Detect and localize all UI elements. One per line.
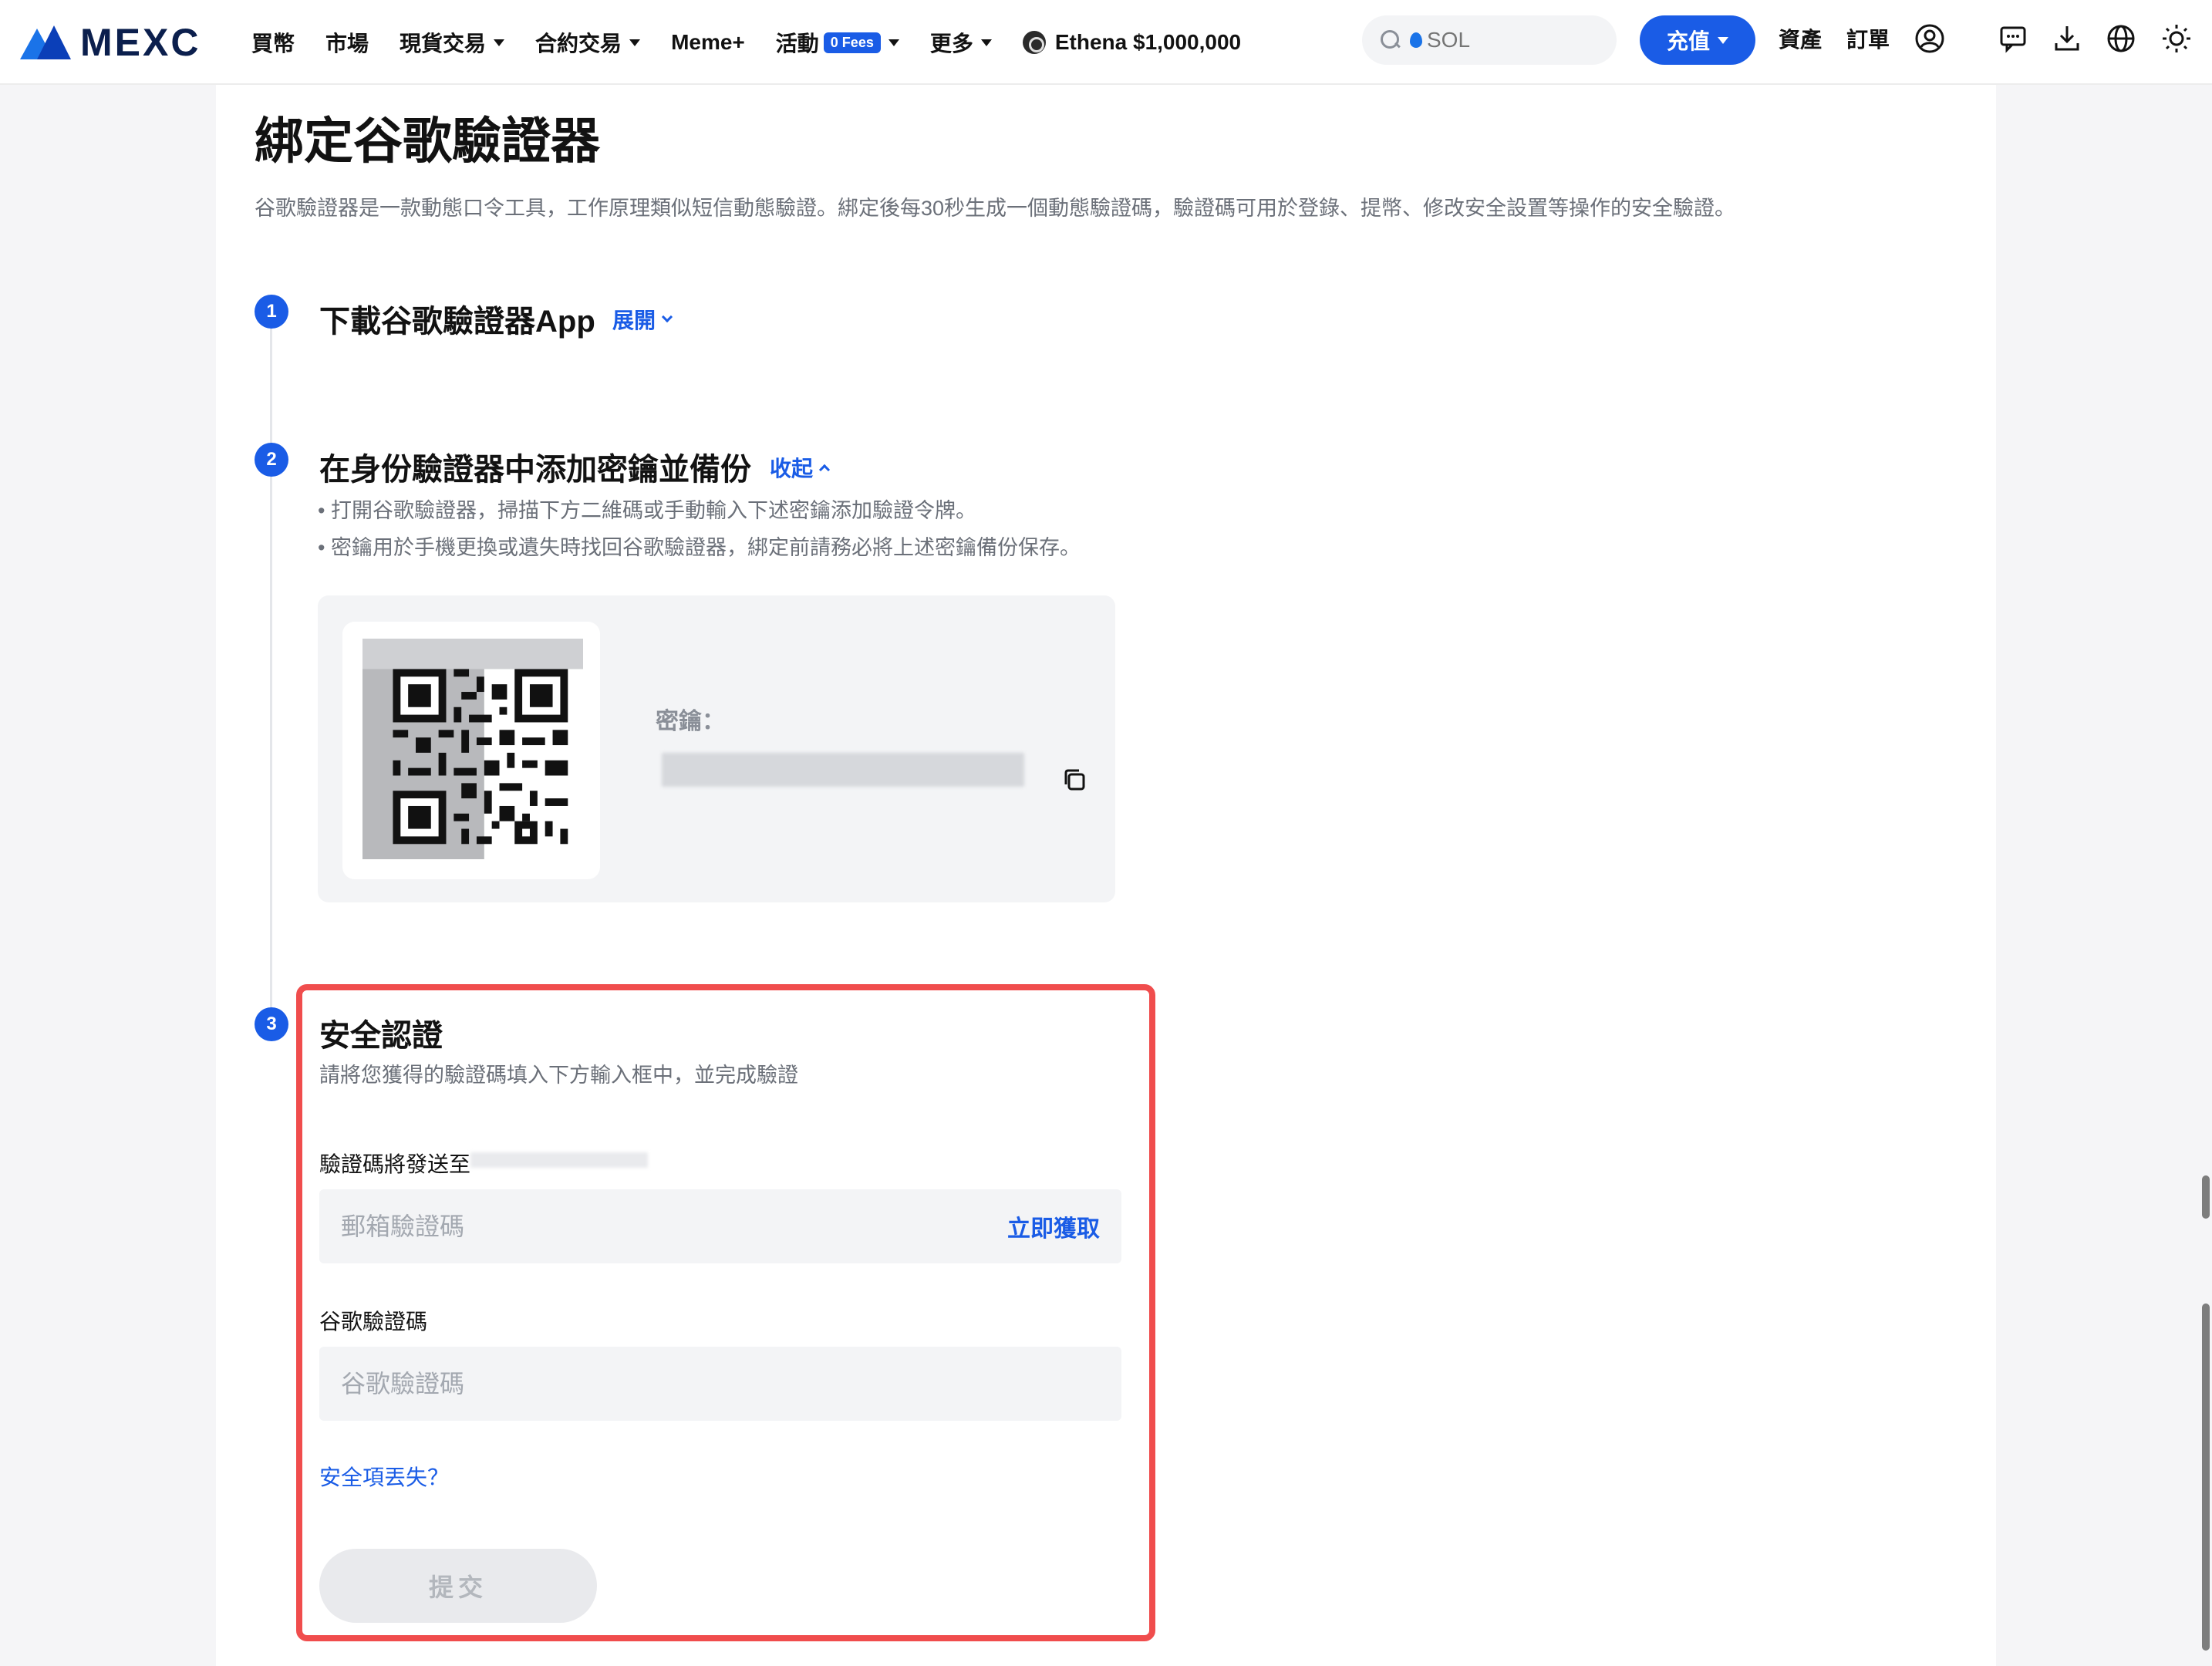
step-1-expand-toggle[interactable]: 展開: [612, 304, 673, 335]
google-code-label: 谷歌驗證碼: [319, 1310, 428, 1334]
download-icon[interactable]: [2052, 23, 2082, 54]
nav-label: 市場: [325, 32, 369, 56]
step-3-title: 安全認證: [319, 1019, 443, 1053]
email-code-field: 立即獲取: [319, 1189, 1121, 1263]
scrollbar-marker: [2202, 1175, 2210, 1219]
globe-icon[interactable]: [2106, 23, 2136, 54]
step-3-number: 3: [255, 1007, 288, 1041]
search-icon: [1381, 30, 1401, 50]
logo-mark-icon: [20, 25, 71, 59]
nav-label: 活動: [775, 32, 819, 56]
assets-link[interactable]: 資產: [1779, 23, 1822, 54]
main-nav: 買幣 市場 現貨交易 合約交易 Meme+ 活動 0 Fees 更多 Ethena…: [251, 0, 1272, 85]
step-2-title: 在身份驗證器中添加密鑰並備份: [319, 453, 751, 487]
nav-label: 合約交易: [535, 32, 622, 56]
user-icon[interactable]: [1914, 23, 1945, 54]
secret-key-value: ••••••••••••••••••••••••••••••••: [662, 753, 1024, 787]
nav-label: 現貨交易: [400, 32, 487, 56]
step-2-bullet: • 打開谷歌驗證器，掃描下方二維碼或手動輸入下述密鑰添加驗證令牌。: [318, 499, 976, 522]
nav-markets[interactable]: 市場: [325, 27, 369, 58]
search-input[interactable]: [1427, 28, 1581, 52]
nav-label: 更多: [929, 32, 973, 56]
step-2-collapse-toggle[interactable]: 收起: [770, 452, 831, 483]
nav-label: 買幣: [251, 32, 295, 56]
step-1-title: 下載谷歌驗證器App: [319, 305, 595, 339]
mexc-logo[interactable]: MEXC: [20, 20, 201, 65]
step-2-number: 2: [255, 443, 288, 477]
deposit-button[interactable]: 充值: [1640, 15, 1755, 65]
caret-down-icon: [629, 39, 641, 46]
search-box[interactable]: [1362, 15, 1617, 65]
toggle-label: 展開: [612, 309, 656, 332]
fees-badge: 0 Fees: [823, 32, 881, 53]
scrollbar-thumb[interactable]: [2202, 1303, 2210, 1651]
page-title: 綁定谷歌驗證器: [255, 113, 600, 169]
email-code-label: 驗證碼將發送至: [319, 1152, 471, 1176]
toggle-label: 收起: [770, 457, 814, 481]
sun-icon[interactable]: [2161, 23, 2192, 54]
nav-buy-crypto[interactable]: 買幣: [251, 27, 295, 58]
copy-icon[interactable]: [1061, 767, 1087, 793]
orders-link[interactable]: 訂單: [1846, 23, 1890, 54]
security-lost-link[interactable]: 安全項丟失？: [319, 1461, 449, 1492]
top-navbar: MEXC 買幣 市場 現貨交易 合約交易 Meme+ 活動 0 Fees 更多 E…: [0, 0, 2212, 85]
nav-label: Meme+: [671, 30, 745, 54]
masked-email: [470, 1152, 648, 1168]
google-code-field: [319, 1347, 1121, 1421]
steps-timeline: [270, 312, 272, 1029]
step-1-number: 1: [255, 295, 288, 329]
nav-futures[interactable]: 合約交易: [535, 27, 641, 58]
caret-down-icon: [494, 39, 505, 46]
step-2-bullet: • 密鑰用於手機更換或遺失時找回谷歌驗證器，綁定前請務必將上述密鑰備份保存。: [318, 536, 1081, 559]
ethena-coin-icon: [1022, 31, 1046, 54]
qr-code-image: [362, 639, 583, 859]
nav-spot[interactable]: 現貨交易: [400, 27, 505, 58]
chevron-up-icon: [818, 464, 831, 476]
get-code-button[interactable]: 立即獲取: [1007, 1209, 1100, 1243]
logo-text: MEXC: [80, 21, 201, 64]
nav-ethena-promo[interactable]: Ethena $1,000,000: [1022, 30, 1242, 55]
caret-down-icon: [980, 39, 992, 46]
caret-down-icon: [1718, 36, 1728, 44]
page-description: 谷歌驗證器是一款動態口令工具，工作原理類似短信動態驗證。綁定後每30秒生成一個動…: [255, 197, 1736, 220]
email-code-input[interactable]: [341, 1212, 958, 1241]
deposit-label: 充值: [1666, 29, 1710, 53]
secret-key-label: 密鑰：: [656, 709, 725, 734]
nav-more[interactable]: 更多: [930, 27, 992, 58]
nav-events[interactable]: 活動 0 Fees: [776, 27, 899, 58]
step-3-subtitle: 請將您獲得的驗證碼填入下方輸入框中，並完成驗證: [319, 1064, 798, 1087]
google-code-input[interactable]: [341, 1369, 958, 1398]
caret-down-icon: [888, 39, 899, 46]
nav-label: Ethena $1,000,000: [1054, 30, 1242, 54]
chevron-down-icon: [661, 311, 673, 323]
sol-drop-icon: [1410, 32, 1422, 48]
nav-meme[interactable]: Meme+: [671, 30, 745, 55]
submit-button[interactable]: 提交: [319, 1549, 597, 1623]
chat-icon[interactable]: [1998, 23, 2028, 54]
